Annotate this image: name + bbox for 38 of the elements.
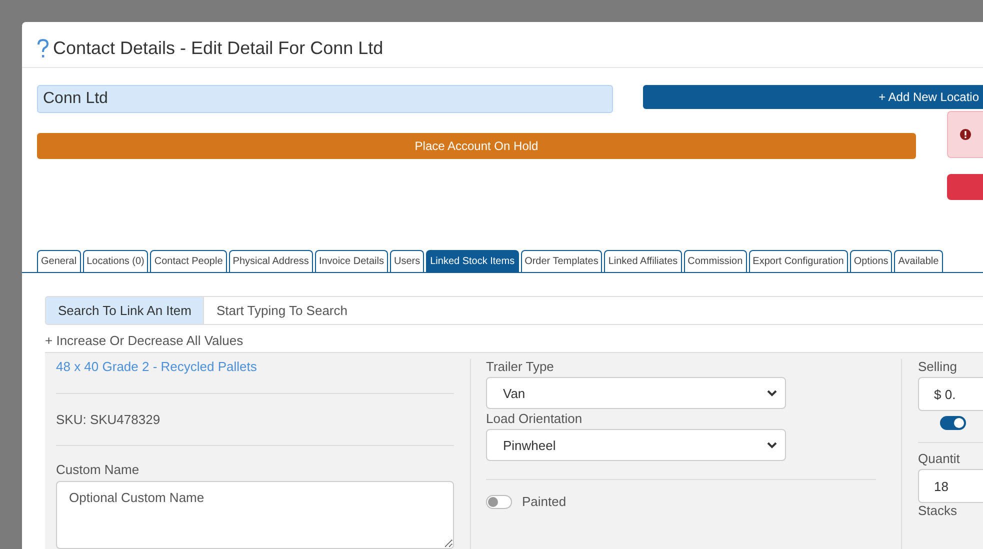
tab[interactable]: Physical Address bbox=[228, 250, 313, 272]
search-label: Search To Link An Item bbox=[45, 296, 204, 325]
tab[interactable]: Linked Stock Items bbox=[426, 250, 519, 272]
selling-price-label: Selling bbox=[918, 359, 958, 374]
tab[interactable]: Export Configuration bbox=[748, 250, 848, 272]
load-orientation-label: Load Orientation bbox=[486, 411, 584, 426]
trailer-type-label: Trailer Type bbox=[486, 359, 555, 374]
window-title: Contact Details - Edit Detail For Conn Ltd bbox=[53, 38, 384, 59]
load-orientation-select[interactable]: Pinwheel bbox=[486, 429, 786, 461]
tab[interactable]: Commission bbox=[684, 250, 747, 272]
tab[interactable]: Invoice Details bbox=[314, 250, 388, 272]
exclamation-icon bbox=[960, 129, 971, 140]
tab[interactable]: Contact People bbox=[150, 250, 227, 272]
quantity-label: Quantit bbox=[918, 451, 961, 466]
help-icon bbox=[37, 38, 49, 58]
tab[interactable]: Available bbox=[894, 250, 943, 272]
custom-name-label: Custom Name bbox=[56, 462, 140, 477]
contact-name-field[interactable]: Conn Ltd bbox=[37, 85, 613, 113]
tab[interactable]: Options bbox=[850, 250, 892, 272]
quantity-field[interactable]: 18 bbox=[918, 469, 983, 503]
search-field[interactable]: Start Typing To Search bbox=[204, 296, 983, 325]
selling-price-field[interactable]: $ 0. bbox=[918, 377, 983, 411]
stacks-label: Stacks bbox=[918, 504, 958, 517]
tab[interactable]: Users bbox=[390, 250, 424, 272]
chevron-down-icon bbox=[767, 442, 777, 448]
custom-name-field[interactable]: Optional Custom Name bbox=[56, 481, 454, 549]
toggle-switch[interactable] bbox=[486, 494, 512, 508]
sku-text: SKU: SKU478329 bbox=[56, 394, 454, 446]
adjust-values-link[interactable]: + Increase Or Decrease All Values bbox=[45, 333, 244, 348]
toggle-switch[interactable] bbox=[940, 416, 966, 430]
tab[interactable]: General bbox=[37, 250, 81, 272]
chevron-down-icon bbox=[767, 390, 777, 396]
add-location-button[interactable]: + Add New Locatio bbox=[643, 85, 983, 109]
painted-label: Painted bbox=[522, 494, 566, 509]
tab[interactable]: Locations (0) bbox=[82, 250, 148, 272]
trailer-type-select[interactable]: Van bbox=[486, 377, 786, 409]
tab[interactable]: Order Templates bbox=[520, 250, 602, 272]
tab[interactable]: Linked Affiliates bbox=[604, 250, 682, 272]
